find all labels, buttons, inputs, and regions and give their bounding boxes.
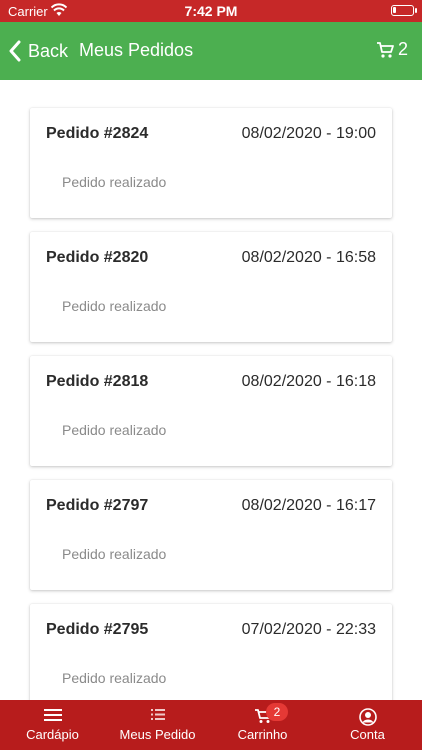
order-card[interactable]: Pedido #2797 08/02/2020 - 16:17 Pedido r… <box>30 480 392 590</box>
tab-carrinho[interactable]: 2 Carrinho <box>210 700 315 750</box>
order-date: 08/02/2020 - 16:58 <box>241 249 376 266</box>
tab-conta[interactable]: Conta <box>315 700 420 750</box>
tab-label: Conta <box>350 727 385 742</box>
order-title: Pedido #2818 <box>46 373 149 390</box>
order-title: Pedido #2797 <box>46 497 149 514</box>
back-label: Back <box>28 40 69 61</box>
order-title: Pedido #2824 <box>46 125 149 142</box>
cart-badge: 2 <box>266 703 288 721</box>
order-date: 07/02/2020 - 22:33 <box>241 621 376 638</box>
header-cart-button[interactable]: 2 <box>376 39 408 60</box>
chevron-left-icon <box>9 40 21 62</box>
orders-list[interactable]: Pedido #2824 08/02/2020 - 19:00 Pedido r… <box>0 80 422 700</box>
order-card[interactable]: Pedido #2818 08/02/2020 - 16:18 Pedido r… <box>30 356 392 466</box>
order-title: Pedido #2820 <box>46 249 149 266</box>
order-status: Pedido realizado <box>62 298 167 314</box>
tab-cardapio[interactable]: Cardápio <box>0 700 105 750</box>
cart-icon <box>376 41 394 58</box>
order-status: Pedido realizado <box>62 422 167 438</box>
back-button[interactable]: Back <box>8 38 68 64</box>
account-icon <box>358 708 377 726</box>
order-card[interactable]: Pedido #2824 08/02/2020 - 19:00 Pedido r… <box>30 108 392 218</box>
list-icon <box>150 709 165 720</box>
order-date: 08/02/2020 - 16:18 <box>241 373 376 390</box>
order-status: Pedido realizado <box>62 174 167 190</box>
tab-label: Carrinho <box>237 727 288 742</box>
navigation-bar: Back Meus Pedidos 2 <box>0 22 422 80</box>
order-status: Pedido realizado <box>62 546 167 562</box>
battery-icon <box>391 5 417 16</box>
order-title: Pedido #2795 <box>46 621 149 638</box>
page-title: Meus Pedidos <box>79 40 194 60</box>
order-date: 08/02/2020 - 16:17 <box>241 497 376 514</box>
header-cart-count: 2 <box>397 39 408 59</box>
menu-icon <box>43 709 62 721</box>
tab-label: Cardápio <box>26 727 79 742</box>
clock: 7:42 PM <box>184 3 238 19</box>
tab-bar: Cardápio Meus Pedido 2 Carrinho Conta <box>0 700 422 750</box>
tab-label: Meus Pedido <box>119 727 196 742</box>
status-bar: Carrier 7:42 PM <box>0 0 422 22</box>
tab-meus-pedidos[interactable]: Meus Pedido <box>105 700 210 750</box>
order-card[interactable]: Pedido #2820 08/02/2020 - 16:58 Pedido r… <box>30 232 392 342</box>
order-date: 08/02/2020 - 19:00 <box>241 125 376 142</box>
order-card[interactable]: Pedido #2795 07/02/2020 - 22:33 Pedido r… <box>30 604 392 700</box>
order-status: Pedido realizado <box>62 670 167 686</box>
